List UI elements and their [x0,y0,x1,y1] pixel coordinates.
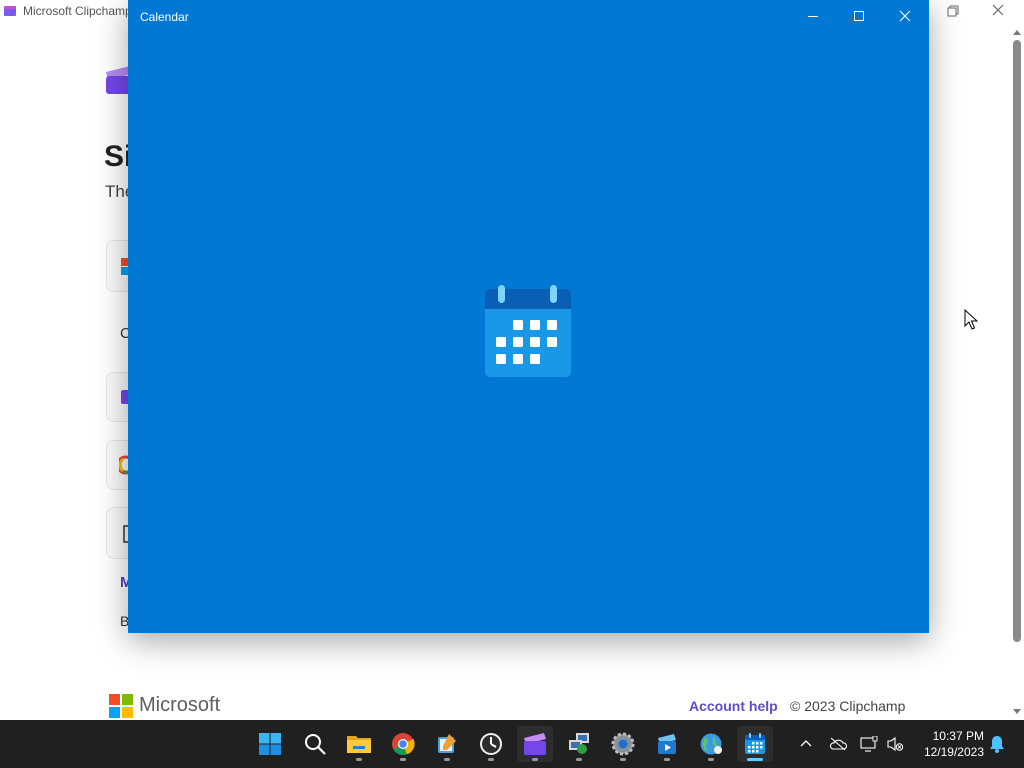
clock-time: 10:37 PM [932,729,984,743]
running-indicator [576,758,582,761]
close-icon [899,10,911,22]
running-indicator [356,758,362,761]
clipchamp-app-icon [4,6,16,16]
clipchamp-button[interactable] [517,726,553,762]
maximize-icon [854,11,864,21]
display-status-button[interactable] [858,732,880,756]
media-player-icon [658,734,676,754]
account-help-link[interactable]: Account help [689,698,778,714]
minimize-icon [808,16,818,17]
clock-date: 12/19/2023 [923,745,984,759]
file-explorer-icon [347,736,371,753]
network-tool-icon [569,733,589,754]
search-button[interactable] [297,726,333,762]
copyright-text: © 2023 Clipchamp [790,698,906,714]
scroll-up-arrow-icon[interactable] [1012,28,1022,36]
running-indicator [444,758,450,761]
close-icon[interactable] [991,3,1005,17]
file-explorer-button[interactable] [341,726,377,762]
calendar-icon [745,733,765,754]
clipchamp-icon [524,733,546,755]
close-button[interactable] [882,0,928,32]
globe-icon [700,733,722,755]
media-player-button[interactable] [649,726,685,762]
start-button[interactable] [252,726,288,762]
calendar-window[interactable]: Calendar [128,0,929,633]
cloud-offline-icon [829,737,847,751]
restore-icon[interactable] [946,4,960,18]
chrome-icon [392,733,415,756]
clock-app-icon [480,733,502,755]
speaker-muted-icon [887,736,904,752]
calendar-window-title: Calendar [140,10,189,24]
clipchamp-window-title: Microsoft Clipchamp [23,4,132,18]
running-indicator [488,758,494,761]
running-indicator [400,758,406,761]
clock-app-button[interactable] [473,726,509,762]
running-indicator [620,758,626,761]
calendar-button[interactable] [737,726,773,762]
bell-icon [990,736,1004,753]
active-app-indicator [747,758,763,761]
taskbar [0,720,1024,768]
network-tool-button[interactable] [561,726,597,762]
paint-icon [438,734,456,753]
paint-button[interactable] [429,726,465,762]
scrollbar-thumb[interactable] [1013,40,1021,642]
volume-button[interactable] [884,732,906,756]
desktop: Microsoft Clipchamp Si The C M B Microso… [0,0,1024,768]
scroll-down-arrow-icon[interactable] [1012,708,1022,716]
microsoft-brand-text: Microsoft [139,694,221,716]
onedrive-status-button[interactable] [827,732,849,756]
calendar-splash-icon [485,285,571,377]
globe-app-button[interactable] [693,726,729,762]
taskbar-clock[interactable]: 10:37 PM 12/19/2023 [914,728,984,760]
notifications-button[interactable] [986,732,1008,756]
search-icon [305,734,326,755]
running-indicator [664,758,670,761]
microsoft-logo [109,694,133,718]
settings-icon [611,732,635,756]
settings-button[interactable] [605,726,641,762]
chevron-up-icon [800,740,812,747]
running-indicator [532,758,538,761]
chrome-button[interactable] [385,726,421,762]
minimize-button[interactable] [790,0,836,32]
maximize-button[interactable] [836,0,882,32]
mouse-cursor-icon [964,309,978,330]
monitor-icon [860,736,878,752]
running-indicator [708,758,714,761]
show-hidden-icons-button[interactable] [795,732,817,756]
start-icon [259,733,281,755]
